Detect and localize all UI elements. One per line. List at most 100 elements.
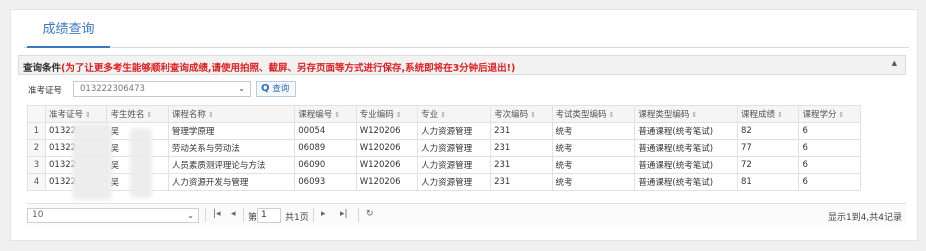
divider (205, 208, 206, 222)
sort-icon[interactable]: ⇕ (146, 111, 152, 119)
cell: 人员素质测评理论与方法 (167, 156, 296, 174)
score-table: 准考证号 ⇕ 考生姓名 ⇕ 课程名称 ⇕ 课程编号 ⇕ 专业编码 ⇕ 专业 ⇕ 考次编码 ⇕ … (27, 105, 861, 191)
col-header[interactable]: 课程学分 ⇕ (798, 105, 861, 123)
cell: 普通课程(统考笔试) (634, 156, 738, 174)
cell: 普通课程(统考笔试) (634, 122, 738, 140)
page-size-value: 10 (32, 210, 44, 220)
table-header-row: 准考证号 ⇕ 考生姓名 ⇕ 课程名称 ⇕ 课程编号 ⇕ 专业编码 ⇕ 专业 ⇕ 考次编码 ⇕ … (27, 105, 861, 123)
collapse-up-icon[interactable]: ▲ (892, 59, 897, 67)
cell: 81 (736, 173, 800, 191)
table-row[interactable]: 3 01322 吴 人员素质测评理论与方法 06090 W120206 人力资源… (27, 156, 861, 174)
col-header[interactable]: 准考证号 ⇕ (44, 105, 108, 123)
chevron-down-icon[interactable]: ⌄ (187, 209, 194, 222)
table-row[interactable]: 4 01322 吴 人力资源开发与管理 06093 W120206 人力资源管理… (27, 173, 861, 191)
redaction-blur (72, 124, 112, 200)
page-number-input[interactable]: 1 (257, 208, 281, 223)
cell: 人力资源管理 (417, 173, 492, 191)
sort-icon[interactable]: ⇕ (396, 111, 402, 119)
divider (313, 208, 314, 222)
cell: 统考 (551, 122, 636, 140)
col-header[interactable]: 考次编码 ⇕ (490, 105, 553, 123)
col-header[interactable]: 课程编号 ⇕ (294, 105, 357, 123)
table-row[interactable]: 1 01322 吴 管理学原理 00054 W120206 人力资源管理 231… (27, 122, 861, 140)
page-total: 共1页 (285, 213, 309, 223)
cell: W120206 (355, 173, 419, 191)
cell: 统考 (551, 156, 636, 174)
divider (358, 208, 359, 222)
cell: W120206 (355, 156, 419, 174)
sort-icon[interactable]: ⇕ (691, 111, 697, 119)
page-prefix: 第 (248, 213, 258, 223)
col-header[interactable]: 课程类型编码 ⇕ (634, 105, 738, 123)
chevron-down-icon[interactable]: ⌄ (238, 82, 245, 96)
sort-icon[interactable]: ⇕ (334, 111, 340, 119)
row-number: 3 (27, 156, 46, 174)
cell: 人力资源管理 (417, 139, 492, 157)
col-header[interactable]: 专业 ⇕ (417, 105, 492, 123)
sort-icon[interactable]: ⇕ (777, 111, 783, 119)
cell: 人力资源开发与管理 (167, 173, 296, 191)
cell: 统考 (551, 173, 636, 191)
cell: 231 (490, 156, 553, 174)
row-number: 2 (27, 139, 46, 157)
cell: 管理学原理 (167, 122, 296, 140)
cell: W120206 (355, 122, 419, 140)
cell: W120206 (355, 139, 419, 157)
col-header[interactable]: 考生姓名 ⇕ (106, 105, 169, 123)
prev-page-icon[interactable]: ◂ (231, 209, 236, 219)
admission-number-select[interactable]: 013222306473 ⌄ (73, 81, 251, 97)
sort-icon[interactable]: ⇕ (838, 111, 844, 119)
condition-warning: (为了让更多考生能够顺利查询成绩,请使用拍照、截屏、另存页面等方式进行保存,系统… (61, 63, 516, 74)
redaction-blur (130, 128, 152, 198)
cell: 统考 (551, 139, 636, 157)
search-icon: Q (261, 83, 270, 94)
cell: 06090 (294, 156, 357, 174)
row-number: 1 (27, 122, 46, 140)
sort-icon[interactable]: ⇕ (85, 111, 91, 119)
cell: 6 (798, 139, 861, 157)
row-number-header (27, 105, 46, 123)
cell: 82 (736, 122, 800, 140)
first-page-icon[interactable]: |◂ (213, 209, 221, 219)
admission-number-value: 013222306473 (80, 84, 145, 94)
condition-title-text: 查询条件 (23, 63, 62, 74)
col-header[interactable]: 课程名称 ⇕ (167, 105, 296, 123)
tab-bar: 成绩查询 (24, 16, 909, 48)
next-page-icon[interactable]: ▸ (321, 209, 326, 219)
cell: 231 (490, 139, 553, 157)
record-count-info: 显示1到4,共4记录 (827, 213, 902, 223)
cell: 06089 (294, 139, 357, 157)
page-size-select[interactable]: 10 ⌄ (27, 208, 199, 223)
cell: 231 (490, 173, 553, 191)
sort-icon[interactable]: ⇕ (208, 111, 214, 119)
cell: 231 (490, 122, 553, 140)
admission-number-label: 准考证号 (28, 86, 63, 96)
search-button[interactable]: Q 查询 (256, 81, 296, 97)
sort-icon[interactable]: ⇕ (609, 111, 615, 119)
sort-icon[interactable]: ⇕ (530, 111, 536, 119)
cell: 人力资源管理 (417, 122, 492, 140)
cell: 普通课程(统考笔试) (634, 173, 738, 191)
last-page-icon[interactable]: ▸| (340, 209, 348, 219)
col-header[interactable]: 考试类型编码 ⇕ (551, 105, 636, 123)
table-row[interactable]: 2 01322 吴 劳动关系与劳动法 06089 W120206 人力资源管理 … (27, 139, 861, 157)
query-condition-header: 查询条件(为了让更多考生能够顺利查询成绩,请使用拍照、截屏、另存页面等方式进行保… (18, 55, 906, 75)
cell: 72 (736, 156, 800, 174)
cell: 6 (798, 156, 861, 174)
cell: 6 (798, 173, 861, 191)
cell: 77 (736, 139, 800, 157)
search-button-label: 查询 (272, 84, 290, 94)
divider (243, 208, 244, 222)
pagination-bar: 10 ⌄ |◂ ◂ 第 1 共1页 ▸ ▸| ↻ 显示1到4,共4记录 (27, 203, 906, 225)
sort-icon[interactable]: ⇕ (440, 111, 446, 119)
cell: 人力资源管理 (417, 156, 492, 174)
col-header[interactable]: 课程成绩 ⇕ (736, 105, 800, 123)
refresh-icon[interactable]: ↻ (366, 209, 374, 219)
search-row: 准考证号 013222306473 ⌄ Q 查询 (18, 77, 906, 101)
cell: 劳动关系与劳动法 (167, 139, 296, 157)
cell: 06093 (294, 173, 357, 191)
cell: 00054 (294, 122, 357, 140)
row-number: 4 (27, 173, 46, 191)
col-header[interactable]: 专业编码 ⇕ (355, 105, 419, 123)
tab-score-query[interactable]: 成绩查询 (27, 16, 110, 48)
